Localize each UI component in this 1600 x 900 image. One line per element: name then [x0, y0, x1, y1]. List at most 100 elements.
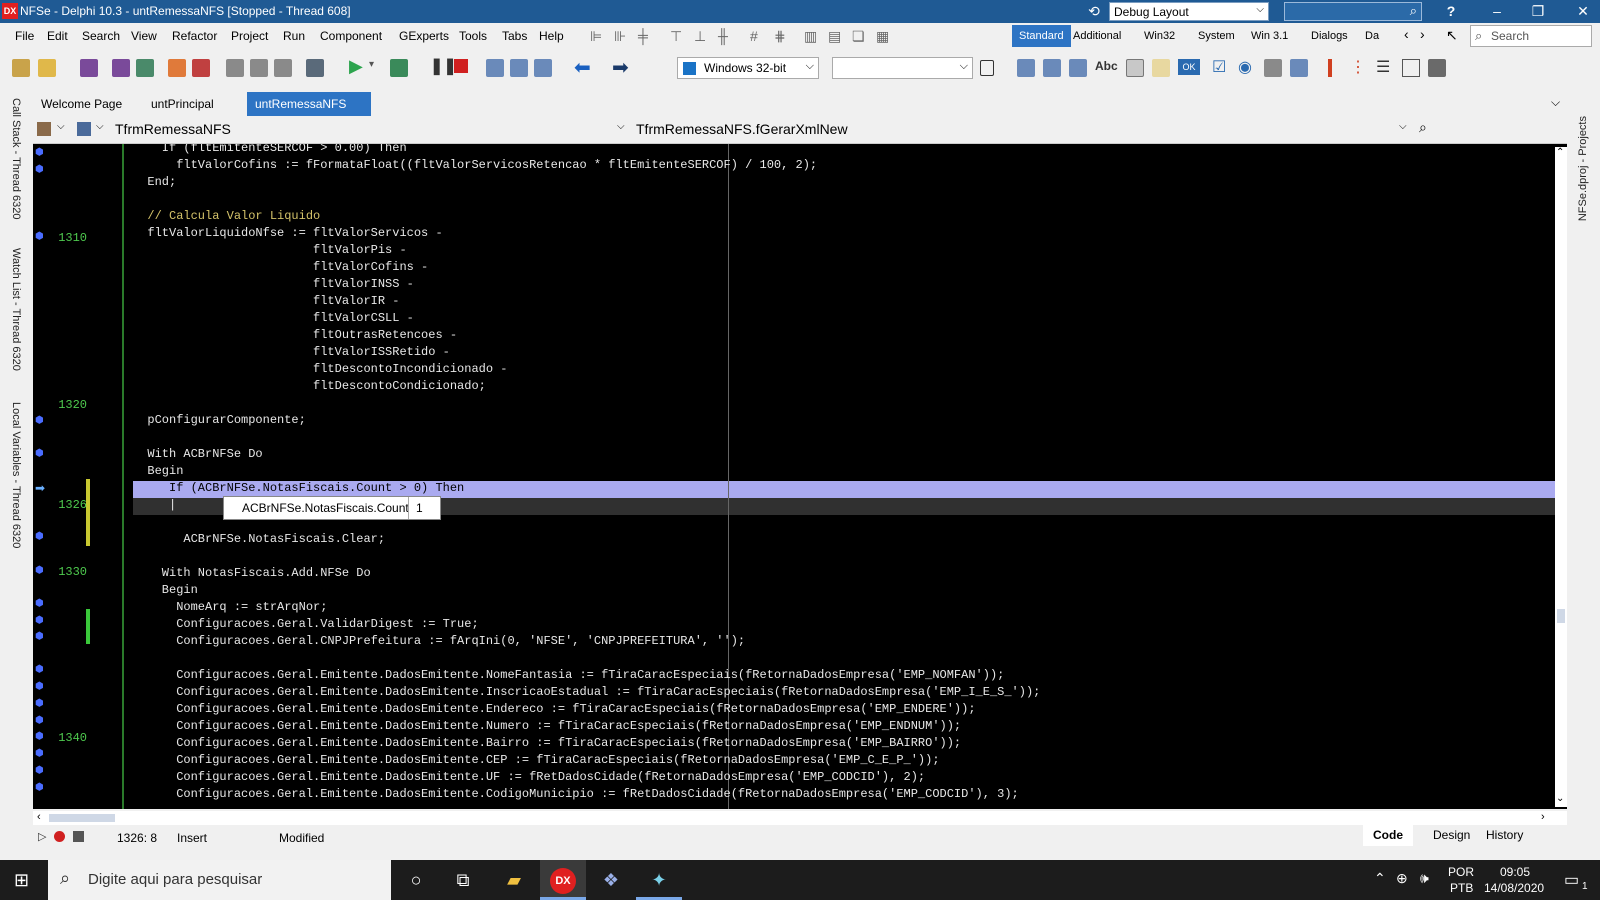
breakpoint-dot-icon[interactable]: ⬢	[35, 565, 45, 576]
menu-tools[interactable]: Tools	[459, 29, 487, 43]
breakpoint-dot-icon[interactable]: ⬢	[35, 415, 45, 426]
palette-tab-additional[interactable]: Additional	[1066, 25, 1128, 47]
new-items-icon[interactable]	[12, 59, 30, 77]
listbox-icon[interactable]	[1264, 59, 1282, 77]
combobox-icon[interactable]	[1290, 59, 1308, 77]
edit-icon[interactable]	[1126, 59, 1144, 77]
grid-icon[interactable]: #	[750, 28, 758, 44]
palette-tab-win32[interactable]: Win32	[1137, 25, 1182, 47]
space-icon[interactable]: ▥	[804, 28, 817, 45]
open-project-icon[interactable]	[38, 59, 56, 77]
menu-edit[interactable]: Edit	[47, 29, 68, 43]
cursor-arrow-icon[interactable]: ↖	[1446, 27, 1458, 44]
device-icon[interactable]	[980, 60, 994, 76]
bring-front-icon[interactable]: ❏	[852, 28, 865, 45]
chevron-down-icon[interactable]: ⌵	[1551, 95, 1560, 110]
main-menu-icon[interactable]	[1043, 59, 1061, 77]
memo-icon[interactable]	[1152, 59, 1170, 77]
run-to-cursor-icon[interactable]	[534, 59, 552, 77]
palette-tab-dialogs[interactable]: Dialogs	[1304, 25, 1355, 47]
close-button[interactable]: ✕	[1568, 0, 1598, 23]
task-view-icon[interactable]: ⧉	[440, 860, 486, 900]
chevron-down-icon[interactable]: ⌵	[617, 121, 625, 132]
breakpoint-dot-icon[interactable]: ⬢	[35, 698, 45, 709]
stop-macro-icon[interactable]	[73, 831, 84, 842]
palette-tab-win31[interactable]: Win 3.1	[1244, 25, 1295, 47]
open-file-icon[interactable]	[136, 59, 154, 77]
view-unit-icon[interactable]	[250, 59, 268, 77]
ide-search-input[interactable]: ⌕ Search	[1470, 25, 1592, 47]
align-top-icon[interactable]: ⊤	[670, 28, 682, 45]
scrollbar-thumb[interactable]	[49, 814, 115, 822]
minimize-button[interactable]: –	[1482, 0, 1512, 23]
breakpoint-dot-icon[interactable]: ⬢	[35, 731, 45, 742]
windows-start-icon[interactable]: ⊞	[14, 870, 29, 891]
breakpoint-dot-icon[interactable]: ⬢	[35, 598, 45, 609]
menu-gexperts[interactable]: GExperts	[399, 29, 449, 43]
search-icon[interactable]: ⌕	[1419, 119, 1427, 136]
tab-untprincipal[interactable]: untPrincipal	[143, 92, 222, 116]
add-file-icon[interactable]	[168, 59, 186, 77]
back-arrow-icon[interactable]: ⬅	[574, 55, 591, 80]
align-bottom-icon[interactable]: ⊥	[694, 28, 706, 45]
chevron-down-icon[interactable]: ⌵	[1399, 121, 1407, 132]
horizontal-scrollbar[interactable]: ‹ ›	[33, 811, 1567, 825]
trace-into-icon[interactable]	[510, 59, 528, 77]
menu-project[interactable]: Project	[231, 29, 268, 43]
chevron-right-icon[interactable]: ›	[1420, 26, 1425, 42]
delphi-app-icon[interactable]: DX	[540, 860, 586, 900]
title-search-input[interactable]: ⌕	[1284, 2, 1422, 21]
chevron-left-icon[interactable]: ‹	[37, 811, 41, 823]
align-center-icon[interactable]: ╪	[638, 28, 648, 44]
popup-menu-icon[interactable]	[1069, 59, 1087, 77]
clock-date[interactable]: 14/08/2020	[1484, 881, 1544, 895]
file-explorer-icon[interactable]: ▰	[491, 860, 537, 900]
chevron-up-icon[interactable]: ⌃	[1556, 147, 1564, 158]
checkbox-icon[interactable]: ☑	[1212, 57, 1226, 77]
view-code-tab[interactable]: Code	[1363, 825, 1413, 846]
palette-tab-standard[interactable]: Standard	[1012, 25, 1071, 47]
dock-tab-call-stack[interactable]: Call Stack - Thread 6320	[10, 98, 22, 219]
chevron-left-icon[interactable]: ‹	[1404, 26, 1409, 42]
chevron-down-icon[interactable]: ⌵	[96, 121, 104, 132]
layout-icon[interactable]: ⟲	[1084, 0, 1104, 23]
input-layout[interactable]: PTB	[1450, 881, 1473, 895]
breakpoint-dot-icon[interactable]: ⬢	[35, 782, 45, 793]
label-icon[interactable]: Abc	[1095, 59, 1118, 73]
breakpoint-dot-icon[interactable]: ⬢	[35, 448, 45, 459]
actionlist-icon[interactable]	[1428, 59, 1446, 77]
method-selector[interactable]: TfrmRemessaNFS.fGerarXmlNew	[636, 121, 848, 137]
breakpoint-dot-icon[interactable]: ⬢	[35, 748, 45, 759]
menu-view[interactable]: View	[131, 29, 157, 43]
menu-search[interactable]: Search	[82, 29, 120, 43]
frames-icon[interactable]	[1017, 59, 1035, 77]
vertical-scrollbar[interactable]: ⌃ ⌄	[1555, 147, 1567, 807]
class-selector[interactable]: TfrmRemessaNFS	[115, 121, 231, 137]
breakpoint-dot-icon[interactable]: ⬢	[35, 164, 45, 175]
menu-file[interactable]: File	[15, 29, 34, 43]
run-icon[interactable]: ▶	[349, 56, 363, 77]
scrollbar-thumb[interactable]	[1557, 609, 1565, 623]
breakpoint-dot-icon[interactable]: ⬢	[35, 681, 45, 692]
menu-run[interactable]: Run	[283, 29, 305, 43]
clock-time[interactable]: 09:05	[1500, 865, 1530, 879]
code-editor[interactable]: 1310 1320 1326 1330 1340 ⬢ ⬢ ⬢ ⬢ ⬢ ➡ ⬢ ⬢…	[33, 144, 1567, 809]
scrollbar-icon[interactable]	[1328, 59, 1332, 77]
run-without-debug-icon[interactable]	[390, 59, 408, 77]
menu-tabs[interactable]: Tabs	[502, 29, 527, 43]
groupbox-icon[interactable]: ⋮	[1350, 57, 1366, 77]
view-form-icon[interactable]	[274, 59, 292, 77]
breakpoint-dot-icon[interactable]: ⬢	[35, 147, 45, 158]
step-over-icon[interactable]	[486, 59, 504, 77]
button-component-icon[interactable]: OK	[1178, 59, 1200, 75]
palette-tab-data[interactable]: Da	[1358, 25, 1386, 47]
align-left-icon[interactable]: ⊫	[590, 28, 602, 45]
align-right-icon[interactable]: ⊪	[614, 28, 626, 45]
breakpoint-dot-icon[interactable]: ⬢	[35, 631, 45, 642]
snap-grid-icon[interactable]: ⋕	[774, 28, 786, 45]
project-options-icon[interactable]	[306, 59, 324, 77]
record-macro-icon[interactable]	[54, 831, 65, 842]
notifications-icon[interactable]: ▭	[1564, 870, 1579, 890]
panel-icon[interactable]	[1402, 59, 1420, 77]
toggle-form-icon[interactable]	[226, 59, 244, 77]
